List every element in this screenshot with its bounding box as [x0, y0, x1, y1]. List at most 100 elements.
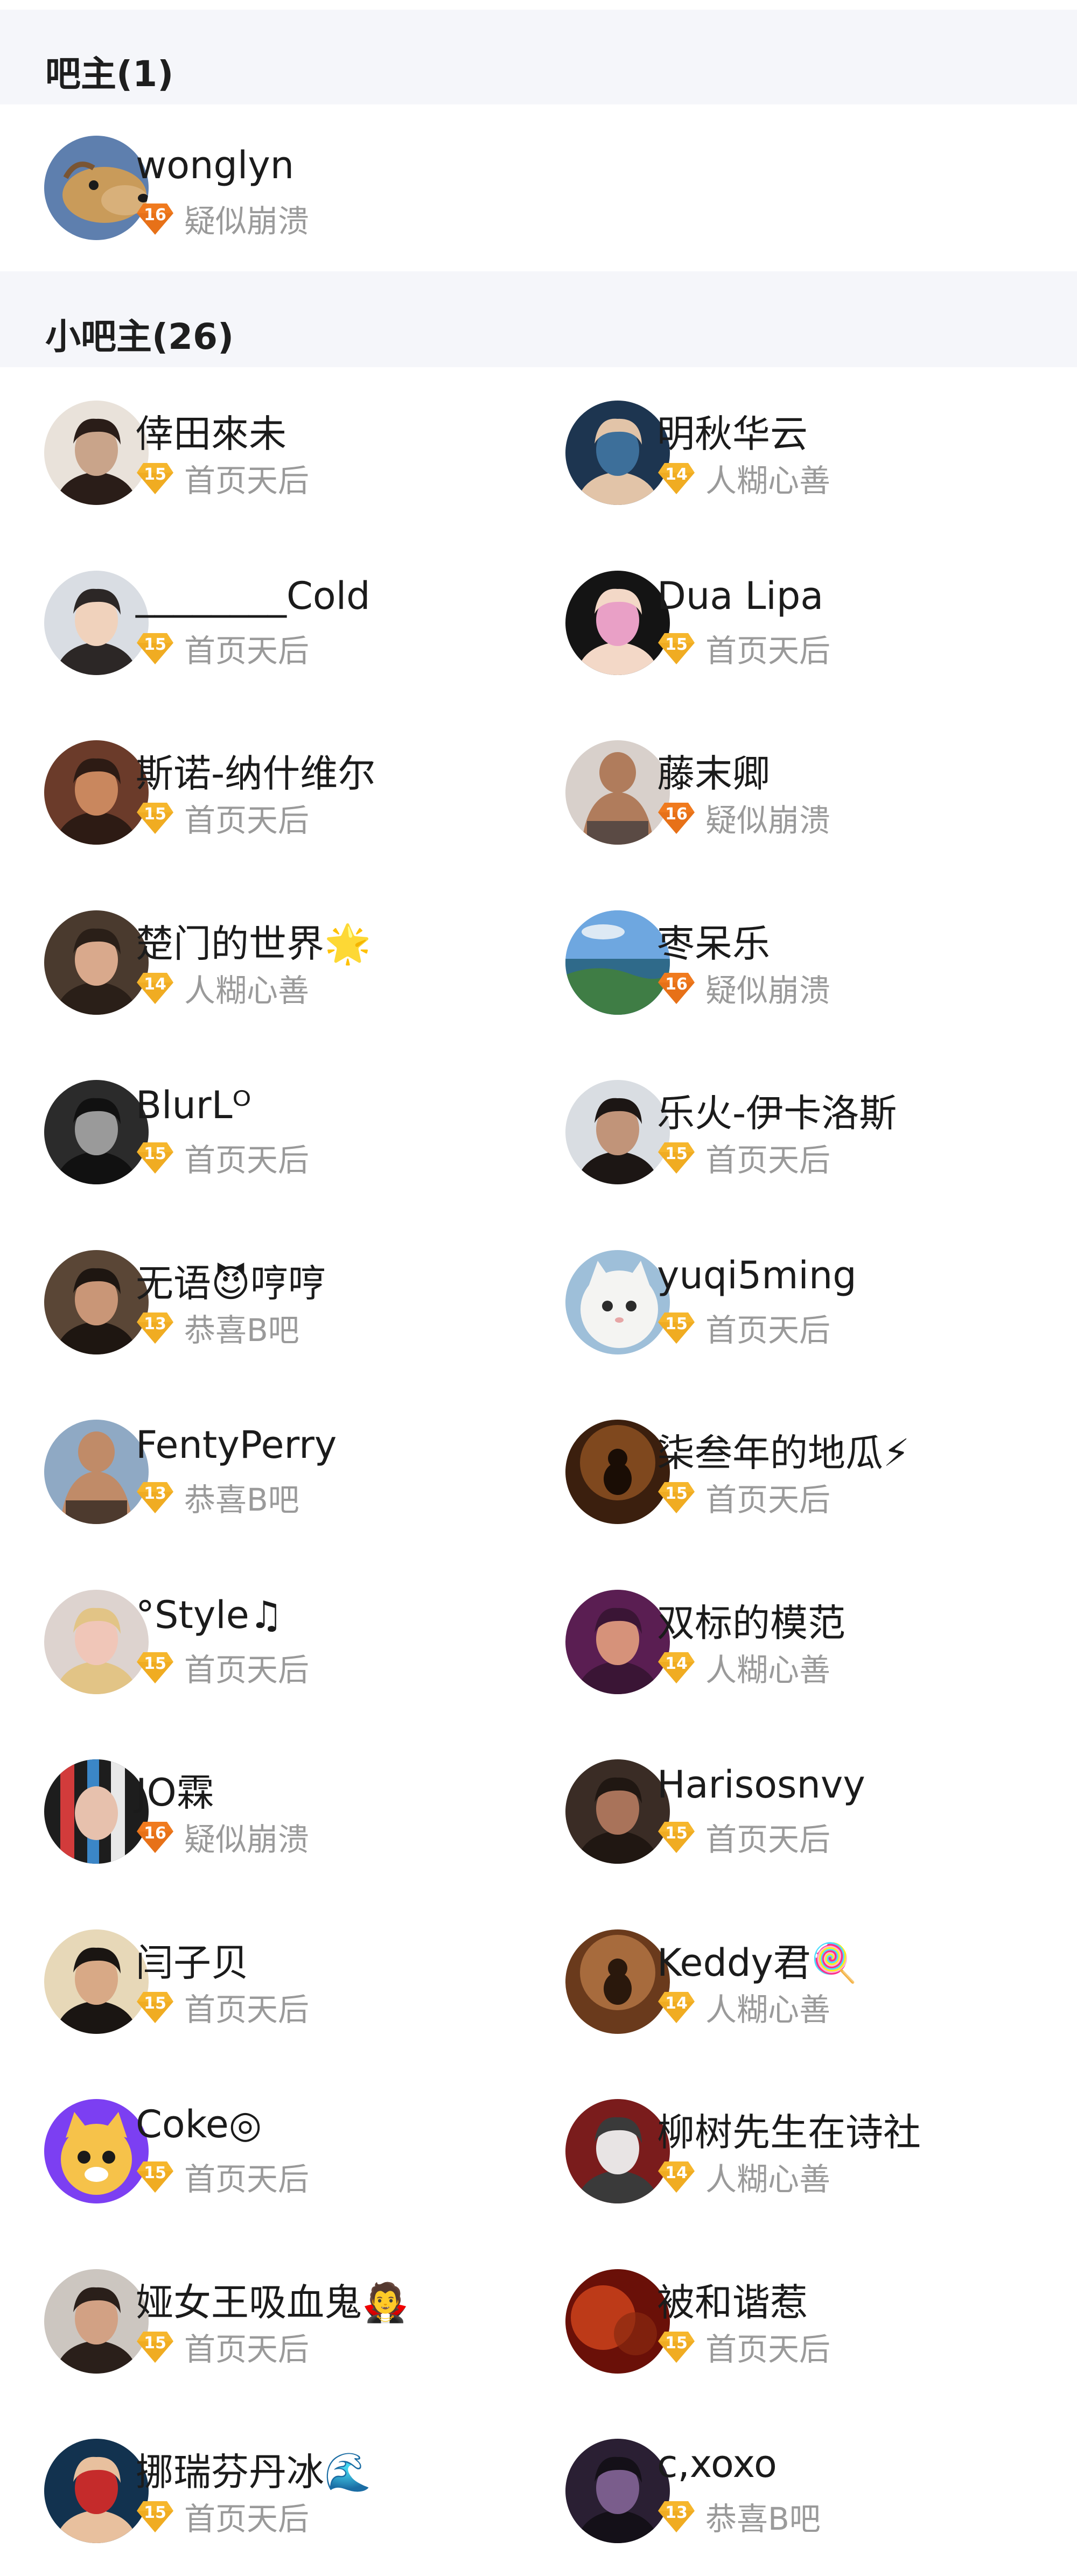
level-info: 15 首页天后: [657, 1309, 830, 1349]
member-name[interactable]: c,xoxo: [657, 2442, 777, 2486]
bearded-man-avatar[interactable]: [565, 1080, 670, 1184]
dark-purple-avatar[interactable]: [565, 2439, 670, 2543]
member-name[interactable]: Keddy君🍭: [657, 1933, 858, 1987]
singer-avatar[interactable]: [565, 401, 670, 505]
member-name[interactable]: wonglyn: [136, 143, 294, 187]
dog-avatar[interactable]: [44, 136, 149, 240]
member-name[interactable]: JO霖: [136, 1763, 214, 1817]
member-cell: 闫子贝 15 首页天后: [0, 1896, 521, 2066]
member-name[interactable]: 闫子贝: [136, 1933, 249, 1987]
member-item[interactable]: Keddy君🍭 14 人糊心善: [521, 1896, 1077, 2066]
level-title: 人糊心善: [705, 1991, 831, 2028]
member-item[interactable]: 柳树先生在诗社 14 人糊心善: [521, 2066, 1077, 2236]
level-number: 13: [665, 2503, 688, 2522]
soccer-player-avatar[interactable]: [44, 2439, 149, 2543]
member-name[interactable]: 娅女王吸血鬼🧛: [136, 2272, 409, 2327]
white-cat-avatar[interactable]: [565, 1250, 670, 1354]
member-item[interactable]: 倖田來未 15 首页天后: [0, 367, 521, 537]
member-item[interactable]: BlurLᴼ 15 首页天后: [0, 1047, 521, 1217]
young-man-2-avatar[interactable]: [44, 2269, 149, 2374]
member-name[interactable]: 藤末卿: [657, 743, 770, 798]
member-cell: 被和谐惹 15 首页天后: [521, 2236, 1077, 2406]
anime-avatar[interactable]: [565, 2099, 670, 2203]
member-item[interactable]: 挪瑞芬丹冰🌊 15 首页天后: [0, 2405, 521, 2575]
member-item[interactable]: 乐火-伊卡洛斯 15 首页天后: [521, 1047, 1077, 1217]
member-name[interactable]: yuqi5ming: [657, 1253, 857, 1297]
member-item[interactable]: 柒叁年的地瓜⚡ 15 首页天后: [521, 1386, 1077, 1556]
member-name[interactable]: Dua Lipa: [657, 574, 823, 618]
level-title: 首页天后: [705, 1821, 831, 1858]
member-item[interactable]: 娅女王吸血鬼🧛 15 首页天后: [0, 2236, 521, 2406]
member-name[interactable]: 斯诺-纳什维尔: [136, 743, 375, 798]
member-item[interactable]: wonglyn 16 疑似崩溃: [0, 104, 1077, 271]
member-name[interactable]: Harisosnvy: [657, 1763, 865, 1807]
member-name[interactable]: 柒叁年的地瓜⚡: [657, 1423, 910, 1477]
actor-avatar[interactable]: [44, 910, 149, 1015]
level-number: 16: [665, 805, 688, 824]
couple-avatar[interactable]: [565, 1759, 670, 1864]
member-item[interactable]: yuqi5ming 15 首页天后: [521, 1217, 1077, 1387]
member-item[interactable]: FentyPerry 13 恭喜B吧: [0, 1386, 521, 1556]
member-item[interactable]: 被和谐惹 15 首页天后: [521, 2236, 1077, 2406]
member-name[interactable]: ________Cold: [136, 574, 370, 618]
member-item[interactable]: 闫子贝 15 首页天后: [0, 1896, 521, 2066]
purple-man-avatar[interactable]: [565, 1589, 670, 1694]
member-name[interactable]: °Style♫: [136, 1593, 283, 1637]
member-name[interactable]: 双标的模范: [657, 1593, 845, 1647]
warm-room-avatar[interactable]: [565, 1929, 670, 2034]
red-blur-avatar[interactable]: [565, 2269, 670, 2374]
member-item[interactable]: ________Cold 15 首页天后: [0, 537, 521, 707]
man-curly-hair-avatar[interactable]: [44, 1250, 149, 1354]
level-badge-icon: 15: [136, 1139, 174, 1176]
boy-dog-filter-avatar[interactable]: [44, 1929, 149, 2034]
member-item[interactable]: c,xoxo 13 恭喜B吧: [521, 2405, 1077, 2575]
pink-hair-avatar[interactable]: [565, 570, 670, 675]
member-item[interactable]: JO霖 16 疑似崩溃: [0, 1726, 521, 1896]
member-item[interactable]: 楚门的世界🌟 14 人糊心善: [0, 877, 521, 1047]
member-name[interactable]: Coke◎: [136, 2102, 262, 2146]
member-item[interactable]: 双标的模范 14 人糊心善: [521, 1556, 1077, 1726]
member-item[interactable]: 枣呆乐 16 疑似崩溃: [521, 877, 1077, 1047]
level-title: 首页天后: [184, 1651, 310, 1688]
level-info: 14 人糊心善: [657, 1649, 830, 1688]
level-number: 14: [144, 974, 166, 994]
member-name[interactable]: 乐火-伊卡洛斯: [657, 1083, 897, 1138]
member-item[interactable]: 无语😈哼哼 13 恭喜B吧: [0, 1217, 521, 1387]
member-item[interactable]: °Style♫ 15 首页天后: [0, 1556, 521, 1726]
young-man-avatar[interactable]: [44, 570, 149, 675]
level-badge-icon: 13: [136, 1309, 174, 1346]
member-cell: JO霖 16 疑似崩溃: [0, 1726, 521, 1896]
member-item[interactable]: 明秋华云 14 人糊心善: [521, 367, 1077, 537]
member-item[interactable]: 斯诺-纳什维尔 15 首页天后: [0, 707, 521, 877]
member-name[interactable]: 明秋华云: [657, 404, 808, 458]
bw-portrait-avatar[interactable]: [44, 1080, 149, 1184]
member-item[interactable]: Dua Lipa 15 首页天后: [521, 537, 1077, 707]
torso-avatar[interactable]: [565, 740, 670, 845]
level-title: 恭喜B吧: [184, 1311, 299, 1349]
level-title: 人糊心善: [184, 972, 310, 1009]
member-name[interactable]: 无语😈哼哼: [136, 1253, 326, 1308]
member-name[interactable]: 被和谐惹: [657, 2272, 808, 2327]
member-name[interactable]: BlurLᴼ: [136, 1083, 251, 1127]
stage-avatar[interactable]: [565, 1420, 670, 1524]
woman-short-hair-avatar[interactable]: [44, 401, 149, 505]
level-number: 16: [665, 974, 688, 994]
member-name[interactable]: 挪瑞芬丹冰🌊: [136, 2442, 371, 2496]
member-name[interactable]: 楚门的世界🌟: [136, 914, 371, 968]
member-item[interactable]: Coke◎ 15 首页天后: [0, 2066, 521, 2236]
member-name[interactable]: 倖田來未: [136, 404, 286, 458]
illustration-avatar[interactable]: [44, 740, 149, 845]
landscape-avatar[interactable]: [565, 910, 670, 1015]
cartoon-cat-avatar[interactable]: [44, 2099, 149, 2203]
member-name[interactable]: 枣呆乐: [657, 914, 770, 968]
member-item[interactable]: 藤末卿 16 疑似崩溃: [521, 707, 1077, 877]
member-name[interactable]: 柳树先生在诗社: [657, 2102, 921, 2157]
member-item[interactable]: Harisosnvy 15 首页天后: [521, 1726, 1077, 1896]
member-cell: 娅女王吸血鬼🧛 15 首页天后: [0, 2236, 521, 2406]
member-cell: Coke◎ 15 首页天后: [0, 2066, 521, 2236]
level-info: 15 首页天后: [657, 1819, 830, 1858]
member-name[interactable]: FentyPerry: [136, 1423, 337, 1467]
blonde-woman-avatar[interactable]: [44, 1589, 149, 1694]
colorful-avatar[interactable]: [44, 1759, 149, 1864]
beach-man-avatar[interactable]: [44, 1420, 149, 1524]
